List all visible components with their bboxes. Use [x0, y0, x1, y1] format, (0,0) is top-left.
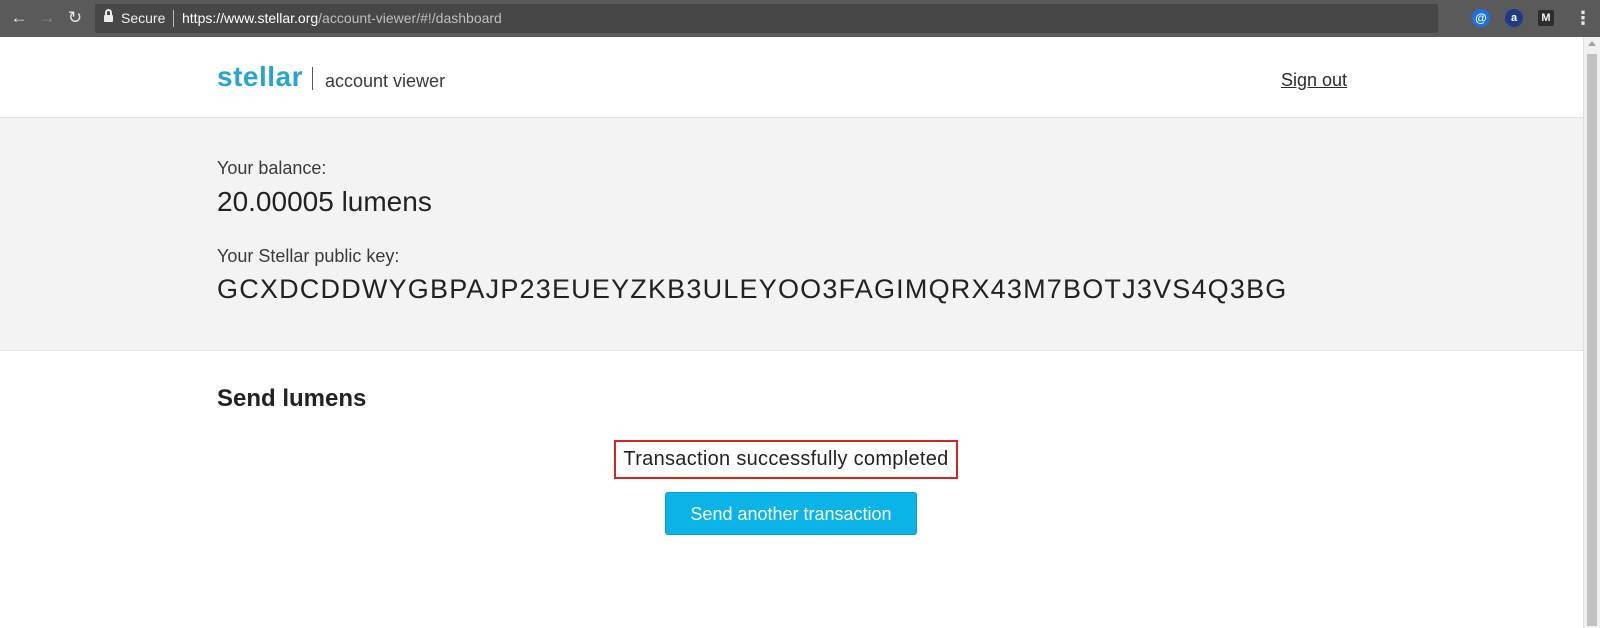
sign-out-link[interactable]: Sign out [1281, 70, 1347, 91]
url-path: /account-viewer/#!/dashboard [318, 10, 502, 26]
forward-arrow-icon[interactable]: → [37, 8, 57, 28]
logo-divider [312, 67, 313, 90]
extension-m-icon[interactable]: M [1538, 10, 1554, 26]
reload-icon[interactable]: ↻ [65, 8, 85, 28]
scroll-up-arrow-icon[interactable] [1588, 41, 1596, 46]
back-arrow-icon[interactable]: ← [9, 8, 29, 28]
browser-menu-icon[interactable]: ⋮ [1574, 8, 1592, 28]
url-host: https://www.stellar.org [182, 10, 319, 26]
browser-toolbar: ← → ↻ Secure https://www.stellar.org/acc… [0, 0, 1600, 37]
public-key-label: Your Stellar public key: [217, 246, 400, 266]
page: stellar account viewer Sign out Your bal… [0, 37, 1583, 628]
extension-a-icon[interactable]: a [1505, 9, 1523, 27]
app-subtitle: account viewer [325, 71, 446, 91]
omnibox-divider [173, 10, 174, 27]
address-bar[interactable]: Secure https://www.stellar.org/account-v… [95, 4, 1519, 33]
send-another-transaction-button[interactable]: Send another transaction [665, 492, 917, 535]
url-text[interactable]: https://www.stellar.org/account-viewer/#… [182, 10, 502, 26]
lock-icon [104, 9, 113, 23]
site-header: stellar account viewer Sign out [0, 37, 1583, 118]
balance-label: Your balance: [217, 158, 327, 178]
transaction-success-message: Transaction successfully completed [614, 440, 958, 479]
public-key-value: GCXDCDDWYGBPAJP23EUEYZKB3ULEYOO3FAGIMQRX… [217, 274, 1288, 304]
extension-at-icon[interactable]: @ [1472, 9, 1490, 27]
account-summary-panel: Your balance: 20.00005 lumens Your Stell… [0, 118, 1583, 351]
send-lumens-heading: Send lumens [217, 385, 367, 412]
stellar-logo[interactable]: stellar [217, 61, 303, 93]
balance-value: 20.00005 lumens [217, 186, 432, 217]
scroll-thumb[interactable] [1587, 54, 1597, 626]
secure-label: Secure [121, 10, 166, 26]
page-scrollbar[interactable] [1583, 37, 1600, 628]
